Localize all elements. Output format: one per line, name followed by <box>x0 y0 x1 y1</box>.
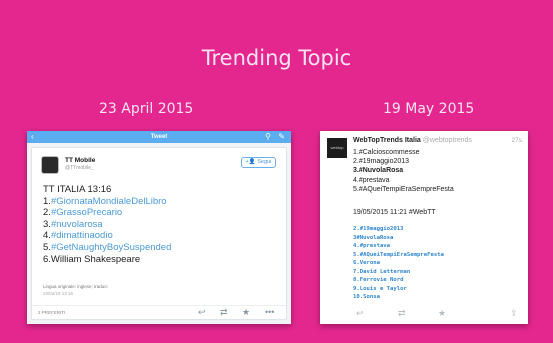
mono-trending-list: 2.#19maggio2013 3#NuvolaRosa 4.#prestava… <box>353 225 444 302</box>
tweet-actions: 2 PREFERITI ↩ ⇄ ★ ••• <box>32 305 286 319</box>
tweet-line: 1.#GiornataMondialeDelLibro <box>43 195 167 207</box>
hashtag-link[interactable]: #GiornataMondialeDelLibro <box>51 196 167 207</box>
right-date-label: 19 May 2015 <box>383 101 475 117</box>
dateline: 19/05/2015 11:21 #WebTT <box>353 209 436 216</box>
hashtag-link[interactable]: #nuvolarosa <box>51 219 103 230</box>
list-item: 3#NuvolaRosa <box>353 234 394 241</box>
author-handle[interactable]: @webtoptrends <box>423 137 472 144</box>
star-icon[interactable]: ★ <box>242 307 250 318</box>
list-item: 3.#NuvolaRosa <box>353 167 404 175</box>
list-item: 4.#prestava <box>353 243 391 249</box>
favorites-count[interactable]: 2 PREFERITI <box>38 310 65 315</box>
hashtag-link[interactable]: #dimattinaodio <box>51 230 113 241</box>
author-name[interactable]: TT Mobile <box>65 157 95 164</box>
author-handle[interactable]: @TTmobile_ <box>65 165 94 171</box>
share-icon[interactable]: ⇪ <box>510 308 518 319</box>
language-note[interactable]: Lingua originale: inglese; traduci <box>43 284 108 289</box>
list-item: 6.Verona <box>353 260 380 266</box>
app-bar: ‹ Tweet ⚲ ✎ <box>27 131 291 143</box>
star-icon[interactable]: ★ <box>438 308 446 319</box>
list-item: 5.#AQueiTempiEraSempreFesta <box>353 251 444 258</box>
list-item: 1.#Calcioscommesse <box>353 149 420 156</box>
reply-icon[interactable]: ↩ <box>198 307 206 318</box>
slide-title: Trending Topic <box>201 46 352 70</box>
tweet-card: TT Mobile @TTmobile_ +👤 Segui TT ITALIA … <box>31 147 287 320</box>
left-date-label: 23 April 2015 <box>99 101 194 117</box>
retweet-icon[interactable]: ⇄ <box>398 308 406 319</box>
list-item: 5.#AQueiTempiEraSempreFesta <box>353 185 454 193</box>
app-bar-title: Tweet <box>150 134 168 140</box>
author-line: WebTopTrends Italia @webtoptrends <box>353 137 472 144</box>
list-item: 10.Sonsa <box>353 294 380 300</box>
tweet-timestamp: 23/04/15 13:16 <box>43 291 74 296</box>
compose-icon[interactable]: ✎ <box>278 132 285 142</box>
tweet-actions: ↩ ⇄ ★ ⇪ <box>320 308 528 320</box>
hashtag-link[interactable]: #GrassoPrecario <box>51 207 122 218</box>
trending-list: 1.#Calcioscommesse 2.#19maggio2013 3.#Nu… <box>353 148 454 194</box>
list-item: 9.Louis e Taylor <box>353 285 407 292</box>
tweet-line: 4.#dimattinaodio <box>43 230 113 242</box>
right-tweet-screenshot: webtop WebTopTrends Italia @webtoptrends… <box>320 131 528 324</box>
list-item: 7.David Letterman <box>353 268 411 275</box>
follow-button[interactable]: +👤 Segui <box>241 157 276 168</box>
tweet-text: TT ITALIA 13:16 1.#GiornataMondialeDelLi… <box>43 184 171 265</box>
more-icon[interactable]: ••• <box>265 307 274 318</box>
list-item: 4.#prestava <box>353 176 390 184</box>
search-icon[interactable]: ⚲ <box>265 132 271 142</box>
hashtag-link[interactable]: #GetNaughtyBoySuspended <box>51 242 171 253</box>
avatar[interactable]: webtop <box>327 138 347 158</box>
tweet-line: 5.#GetNaughtyBoySuspended <box>43 241 172 253</box>
author-name[interactable]: WebTopTrends Italia <box>353 137 421 144</box>
list-item: 2.#19maggio2013 <box>353 226 404 232</box>
tweet-line: 6.William Shakespeare <box>43 253 141 265</box>
retweet-icon[interactable]: ⇄ <box>220 307 228 318</box>
reply-icon[interactable]: ↩ <box>356 308 364 319</box>
left-tweet-screenshot: ‹ Tweet ⚲ ✎ TT Mobile @TTmobile_ +👤 Segu… <box>27 131 291 324</box>
tweet-line: TT ITALIA 13:16 <box>43 184 112 195</box>
tweet-age: 27s <box>511 137 522 144</box>
tweet-line: 2.#GrassoPrecario <box>43 207 123 219</box>
list-item: 2.#19maggio2013 <box>353 158 410 166</box>
avatar[interactable] <box>41 156 59 174</box>
list-item: 8.Ferrovie Nord <box>353 277 404 283</box>
tweet-line: 3.#nuvolarosa <box>43 218 103 230</box>
